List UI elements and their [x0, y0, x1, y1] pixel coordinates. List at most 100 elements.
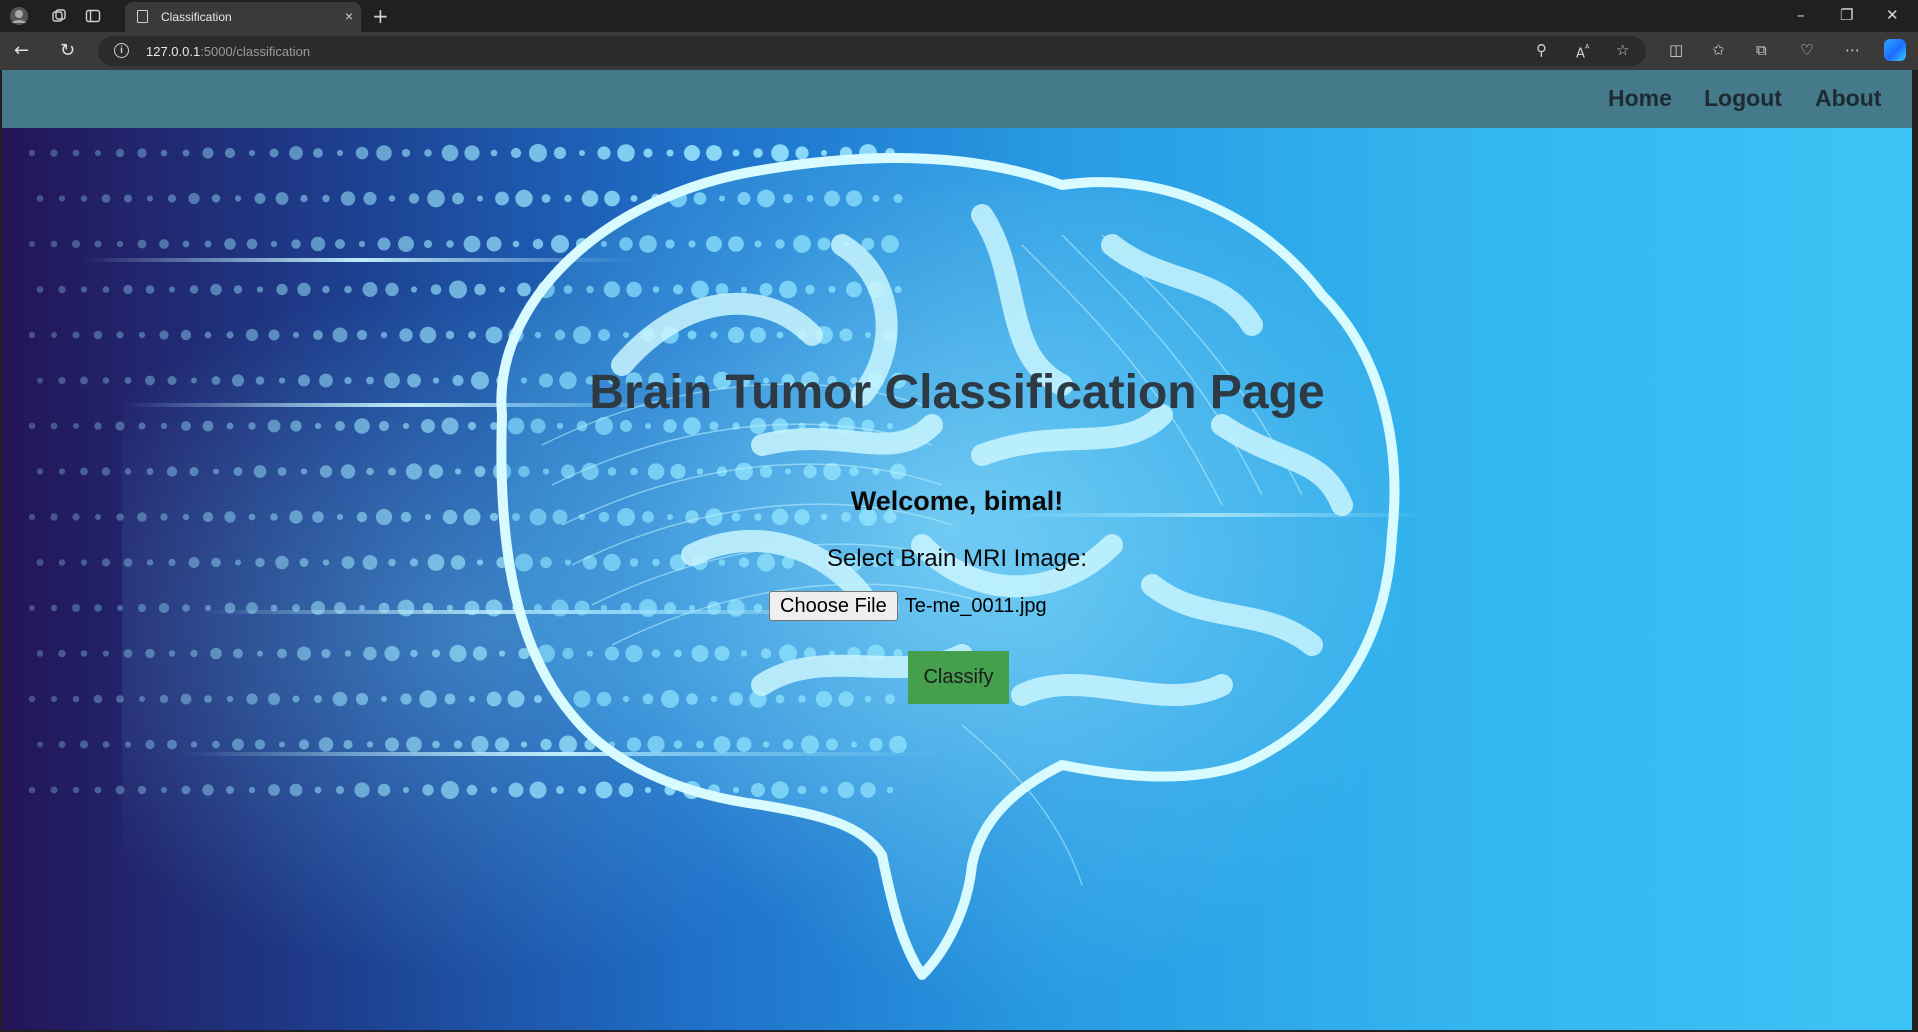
tab-classification[interactable]: Classification × [125, 2, 361, 32]
background-dot [189, 285, 199, 294]
top-navbar: Home Logout About [2, 70, 1912, 128]
background-dot [138, 604, 146, 612]
background-dot [454, 468, 462, 475]
background-dot [212, 740, 220, 749]
close-window-icon[interactable]: ✕ [1886, 6, 1899, 24]
background-dot [28, 149, 36, 157]
background-dot [356, 329, 368, 341]
background-dot [180, 693, 192, 705]
background-dot [268, 784, 280, 796]
site-info-icon[interactable]: i [114, 43, 129, 58]
background-dot [428, 464, 444, 479]
background-dot [102, 286, 110, 293]
background-dot [354, 418, 370, 434]
background-dot [117, 605, 123, 611]
background-dot [388, 195, 396, 202]
nav-link-logout[interactable]: Logout [1704, 85, 1782, 112]
background-dot [269, 148, 279, 158]
nav-link-home[interactable]: Home [1608, 85, 1672, 112]
background-dot [410, 649, 418, 658]
page-viewport: Home Logout About Brain Tumor Classifica… [2, 70, 1912, 1030]
minimize-icon[interactable]: – [1797, 6, 1805, 24]
url-text[interactable]: 127.0.0.1:5000/classification [146, 44, 310, 59]
background-dot [28, 786, 36, 794]
browser-essentials-icon[interactable]: ♡ [1800, 41, 1813, 59]
address-bar[interactable]: i 127.0.0.1:5000/classification [98, 36, 1646, 66]
background-dot [166, 466, 178, 477]
background-dot [310, 236, 326, 252]
favorite-star-icon[interactable]: ☆ [1616, 41, 1629, 59]
background-dot [376, 145, 392, 161]
favorites-icon[interactable]: ✩ [1712, 41, 1725, 59]
copilot-icon[interactable] [1884, 39, 1906, 61]
background-dot [202, 420, 214, 432]
background-dot [124, 741, 132, 748]
background-dot [322, 285, 330, 294]
refresh-icon[interactable]: ↻ [60, 40, 75, 61]
selected-file-name: Te-me_0011.jpg [904, 594, 1047, 617]
background-dot [444, 693, 456, 705]
background-dot [202, 784, 214, 796]
background-dot [268, 329, 280, 341]
background-dot [254, 193, 266, 204]
background-dot [94, 604, 102, 612]
background-dot [167, 194, 177, 203]
background-dot [115, 785, 125, 795]
background-dot [145, 285, 155, 294]
choose-file-button[interactable]: Choose File [769, 591, 898, 621]
address-toolbar: ← ↻ i 127.0.0.1:5000/classification ⚲ Aᴬ… [0, 32, 1918, 70]
read-aloud-icon[interactable]: Aᴬ [1576, 42, 1590, 61]
background-dot [314, 695, 322, 703]
workspaces-icon[interactable] [48, 6, 70, 26]
background-dot [124, 468, 132, 475]
background-dot [421, 419, 435, 433]
background-dot [210, 283, 222, 296]
collections-icon[interactable]: ⧉ [1756, 41, 1767, 59]
background-dot [424, 149, 432, 157]
background-dot [419, 326, 437, 344]
file-input[interactable]: Choose File Te-me_0011.jpg [769, 591, 1047, 621]
background-dot [289, 146, 303, 160]
background-dot [246, 693, 258, 705]
classify-button[interactable]: Classify [908, 651, 1009, 704]
background-dot [256, 286, 264, 293]
background-dot [245, 328, 259, 342]
background-dot [292, 695, 300, 703]
split-screen-icon[interactable]: ◫ [1669, 41, 1683, 59]
background-dot [270, 240, 278, 248]
background-dot [204, 695, 212, 703]
background-dot [441, 417, 459, 435]
background-dot [29, 241, 35, 247]
background-dot [72, 695, 80, 703]
background-dot [116, 331, 124, 339]
background-dot [101, 467, 111, 476]
background-dot [101, 194, 111, 203]
background-dot [355, 146, 369, 160]
background-dot [226, 422, 234, 430]
background-dot [335, 239, 345, 249]
background-dot [343, 739, 353, 750]
background-dot [380, 331, 388, 339]
background-dot [115, 148, 125, 158]
background-dot [248, 422, 256, 430]
background-dot [358, 240, 366, 248]
background-dot [169, 286, 175, 293]
restore-icon[interactable]: ❐ [1840, 6, 1853, 24]
url-path: :5000/classification [200, 44, 311, 59]
background-dot [297, 646, 311, 661]
nav-link-about[interactable]: About [1815, 85, 1881, 112]
zoom-icon[interactable]: ⚲ [1536, 41, 1547, 59]
background-dot [72, 149, 80, 157]
more-menu-icon[interactable]: ⋯ [1845, 41, 1860, 59]
profile-avatar-icon[interactable] [8, 6, 30, 26]
background-dot [37, 741, 43, 748]
vertical-tabs-icon[interactable] [82, 6, 104, 26]
background-dot [246, 238, 258, 250]
new-tab-icon[interactable]: + [372, 4, 389, 28]
background-dot [313, 330, 323, 340]
background-dot [116, 240, 124, 248]
back-icon[interactable]: ← [14, 40, 29, 61]
tab-close-icon[interactable]: × [345, 8, 353, 24]
background-dot [406, 736, 422, 753]
background-dot [234, 195, 242, 202]
